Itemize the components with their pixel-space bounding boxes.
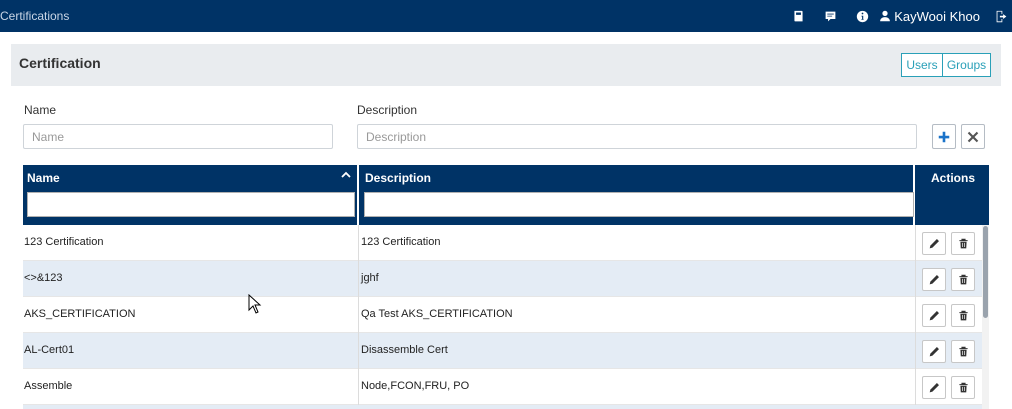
trash-icon <box>958 274 968 285</box>
user-menu[interactable]: KayWooi Khoo <box>879 9 980 24</box>
edit-button[interactable] <box>922 232 946 255</box>
plus-icon <box>938 131 950 142</box>
info-icon[interactable] <box>855 9 869 23</box>
column-label-name: Name <box>27 171 60 185</box>
table-header: Name Description Actions <box>23 165 989 225</box>
edit-button[interactable] <box>922 376 946 399</box>
table-row[interactable]: AL-Cert01 Disassemble Cert <box>23 333 983 369</box>
user-icon <box>880 10 891 22</box>
column-header-description[interactable]: Description <box>361 165 915 225</box>
trash-icon <box>958 346 968 357</box>
scrollbar-thumb[interactable] <box>983 226 988 318</box>
message-icon[interactable] <box>823 9 837 23</box>
cell-name: Assemble <box>24 369 359 405</box>
cell-name: <>&123 <box>24 261 359 297</box>
trash-icon <box>958 382 968 393</box>
users-toggle-button[interactable]: Users <box>901 53 943 77</box>
description-filter-input[interactable] <box>364 192 914 217</box>
book-icon[interactable] <box>791 9 805 23</box>
delete-button[interactable] <box>951 268 975 291</box>
column-header-name[interactable]: Name <box>23 165 359 225</box>
pencil-icon <box>929 383 939 393</box>
add-button[interactable] <box>932 124 956 149</box>
pencil-icon <box>929 239 939 249</box>
delete-button[interactable] <box>951 232 975 255</box>
name-input[interactable] <box>23 124 333 149</box>
trash-icon <box>958 310 968 321</box>
page-title: Certification <box>19 55 101 71</box>
pencil-icon <box>929 347 939 357</box>
cell-description: Qa Test AKS_CERTIFICATION <box>360 297 916 333</box>
top-navbar: Certifications KayWooi Khoo <box>0 0 1012 32</box>
mouse-pointer-icon <box>248 294 262 314</box>
column-header-actions: Actions <box>917 165 989 225</box>
column-label-actions: Actions <box>930 171 975 185</box>
table-row[interactable] <box>23 405 983 409</box>
delete-button[interactable] <box>951 340 975 363</box>
name-label: Name <box>24 103 57 117</box>
cell-description: Disassemble Cert <box>360 333 916 369</box>
clear-button[interactable] <box>961 124 985 149</box>
cell-name: AL-Cert01 <box>24 333 359 369</box>
edit-button[interactable] <box>922 304 946 327</box>
column-label-description: Description <box>365 171 432 185</box>
edit-button[interactable] <box>922 268 946 291</box>
cell-description: Node,FCON,FRU, PO <box>360 369 916 405</box>
user-name: KayWooi Khoo <box>894 8 980 24</box>
pencil-icon <box>929 311 939 321</box>
app-title: Certifications <box>0 9 70 23</box>
sort-ascending-icon[interactable] <box>341 170 351 180</box>
cell-name: 123 Certification <box>24 225 359 261</box>
cell-description: jghf <box>360 261 916 297</box>
page-header: Certification Users Groups <box>11 44 1001 86</box>
navbar-actions: KayWooi Khoo <box>791 0 1012 32</box>
delete-button[interactable] <box>951 304 975 327</box>
groups-toggle-button[interactable]: Groups <box>942 53 991 77</box>
pencil-icon <box>929 275 939 285</box>
cell-description: 123 Certification <box>360 225 916 261</box>
name-filter-input[interactable] <box>27 192 355 217</box>
trash-icon <box>958 238 968 249</box>
close-icon <box>967 131 979 142</box>
delete-button[interactable] <box>951 376 975 399</box>
logout-icon[interactable] <box>994 9 1008 23</box>
table-row[interactable]: 123 Certification 123 Certification <box>23 225 983 261</box>
cell-name: AKS_CERTIFICATION <box>24 297 359 333</box>
edit-button[interactable] <box>922 340 946 363</box>
description-label: Description <box>357 103 418 117</box>
table-row[interactable]: AKS_CERTIFICATION Qa Test AKS_CERTIFICAT… <box>23 297 983 333</box>
table-row[interactable]: <>&123 jghf <box>23 261 983 297</box>
certification-table: Name Description Actions 123 Certificati… <box>23 165 989 409</box>
table-row[interactable]: Assemble Node,FCON,FRU, PO <box>23 369 983 405</box>
description-input[interactable] <box>357 124 917 149</box>
